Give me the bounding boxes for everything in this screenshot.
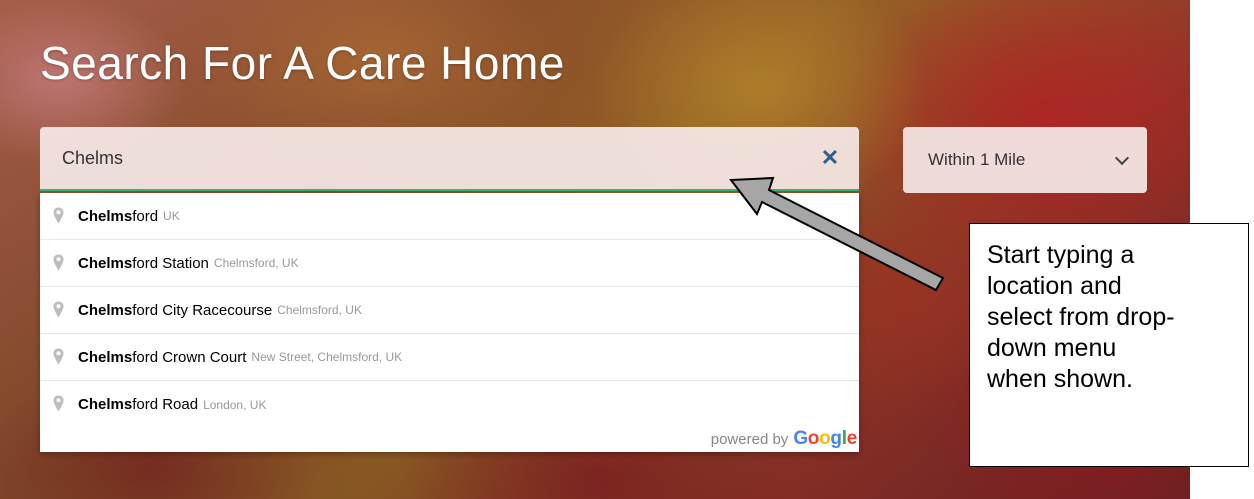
suggestion-match-text: Chelms (78, 301, 133, 319)
suggestion-main-text: ford Crown Court (132, 348, 247, 366)
suggestion-main-text: ford (132, 207, 159, 225)
callout-line: down menu (987, 334, 1117, 362)
location-search-input[interactable] (40, 127, 800, 189)
google-logo-letter: G (793, 428, 808, 449)
google-logo: Google (793, 428, 857, 450)
suggestion-item[interactable]: Chelms ford City Racecourse Chelmsford, UK (40, 287, 859, 334)
instruction-callout: Start typing a location and select from … (969, 223, 1249, 467)
callout-line: select from drop- (987, 303, 1175, 331)
distance-selected-value: Within 1 Mile (928, 150, 1026, 169)
suggestion-secondary-text: Chelmsford, UK (213, 256, 299, 270)
powered-by-google: powered by Google (710, 428, 858, 450)
suggestion-item[interactable]: Chelms ford Crown Court New Street, Chelms… (40, 334, 859, 381)
powered-by-label: powered by (710, 431, 789, 448)
callout-line: when shown. (987, 365, 1133, 393)
map-pin-icon (53, 254, 64, 271)
autocomplete-dropdown: Chelms ford UK Chelms ford Station Chelmsfor… (40, 193, 859, 452)
suggestion-match-text: Chelms (78, 396, 133, 413)
suggestion-item[interactable]: Chelms ford UK (40, 193, 859, 240)
chevron-down-icon (1114, 150, 1130, 166)
suggestion-main-text: ford Road (132, 396, 199, 413)
google-logo-letter: e (846, 428, 858, 449)
map-pin-icon (53, 348, 64, 365)
suggestion-item[interactable]: Chelms ford Road London, UK (40, 381, 859, 428)
close-icon[interactable]: ✕ (819, 147, 841, 169)
map-pin-icon (53, 395, 64, 412)
suggestion-main-text: ford Station (132, 254, 209, 272)
map-pin-icon (53, 207, 64, 224)
suggestion-match-text: Chelms (78, 207, 133, 225)
suggestion-secondary-text: UK (163, 209, 180, 223)
location-search-box[interactable]: ✕ (40, 127, 859, 191)
suggestion-secondary-text: Chelmsford, UK (277, 303, 362, 317)
google-logo-letter: o (807, 428, 820, 449)
suggestion-main-text: ford City Racecourse (132, 301, 273, 319)
suggestion-match-text: Chelms (78, 348, 133, 366)
google-logo-letter: o (819, 428, 831, 449)
callout-line: location and (987, 272, 1122, 300)
suggestion-secondary-text: London, UK (203, 397, 267, 412)
callout-line: Start typing a (987, 241, 1135, 269)
map-pin-icon (53, 301, 64, 318)
page-title: Search For A Care Home (40, 37, 565, 89)
google-logo-letter: g (830, 428, 842, 449)
suggestion-match-text: Chelms (78, 254, 133, 272)
suggestion-secondary-text: New Street, Chelmsford, UK (251, 350, 403, 364)
distance-dropdown[interactable]: Within 1 Mile (903, 127, 1147, 193)
suggestion-item[interactable]: Chelms ford Station Chelmsford, UK (40, 240, 859, 287)
